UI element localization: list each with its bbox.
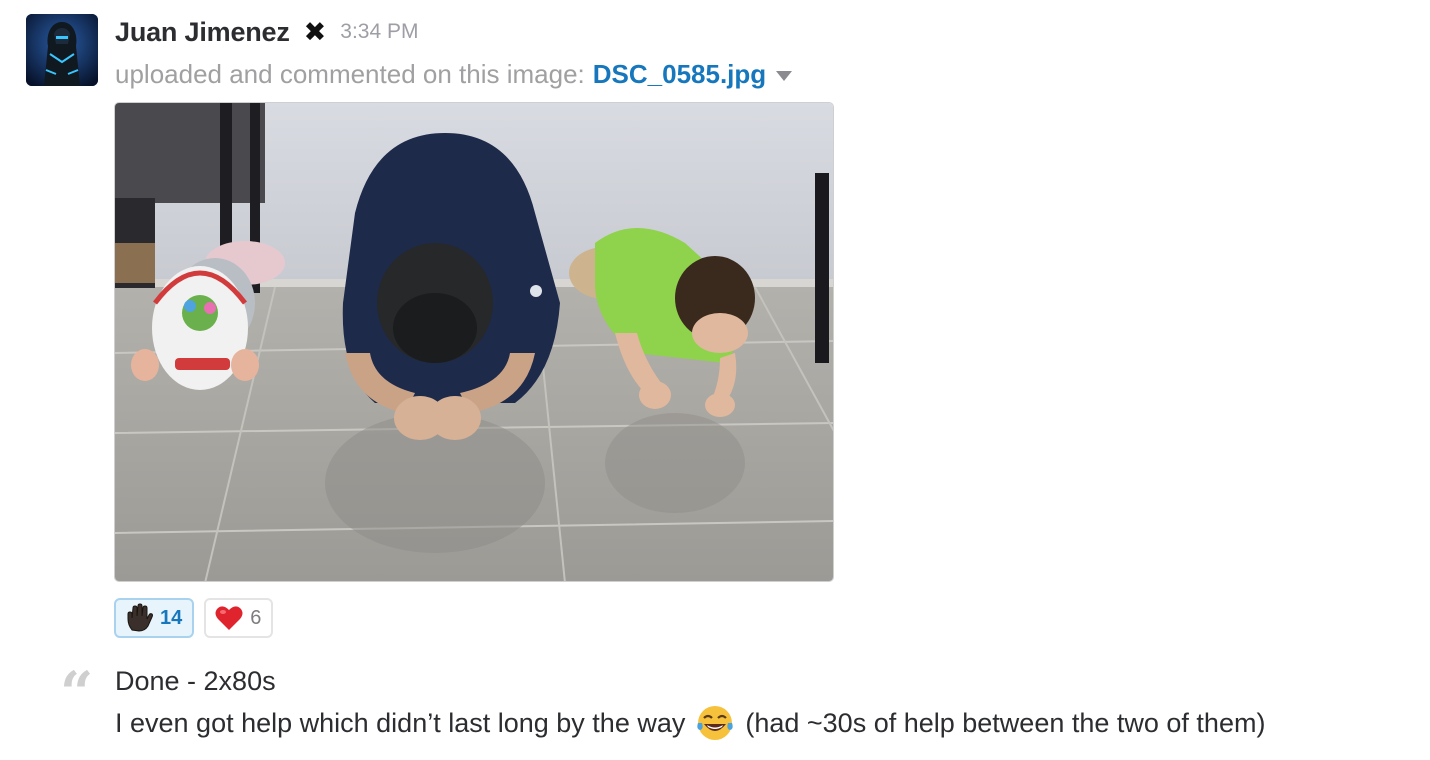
tears-of-joy-emoji-icon (697, 706, 734, 740)
file-link[interactable]: DSC_0585.jpg (593, 59, 766, 90)
author-name[interactable]: Juan Jimenez (115, 17, 290, 48)
comment-text: (had ~30s of help between the two of the… (745, 708, 1266, 738)
quote-icon: “ (60, 659, 94, 727)
reaction-count: 14 (160, 606, 183, 629)
photo-planking-family (115, 103, 833, 581)
reaction-count: 6 (250, 606, 262, 629)
avatar[interactable] (26, 14, 98, 86)
reactions-bar: 14 6 (114, 598, 274, 638)
upload-description: uploaded and commented on this image: DS… (115, 54, 793, 94)
comment-line: Done - 2x80s (115, 660, 1265, 702)
comment-text: Done - 2x80s (115, 666, 276, 696)
heavy-x-icon: ✖ (303, 16, 327, 47)
avatar-icon (26, 14, 98, 86)
uploaded-image[interactable] (114, 102, 834, 582)
timestamp[interactable]: 3:34 PM (340, 20, 418, 44)
action-text: uploaded and commented on this image: (115, 58, 585, 89)
reaction-red-heart[interactable]: 6 (204, 598, 274, 638)
raised-hand-icon (127, 603, 153, 632)
reaction-raised-hand[interactable]: 14 (114, 598, 195, 638)
comment-line: I even got help which didn’t last long b… (115, 702, 1265, 744)
message-header: Juan Jimenez ✖ 3:34 PM (115, 12, 419, 52)
file-comment: Done - 2x80s I even got help which didn’… (115, 660, 1265, 744)
chevron-down-icon[interactable] (776, 71, 793, 81)
comment-text: I even got help which didn’t last long b… (115, 708, 686, 738)
red-heart-icon (215, 606, 243, 630)
